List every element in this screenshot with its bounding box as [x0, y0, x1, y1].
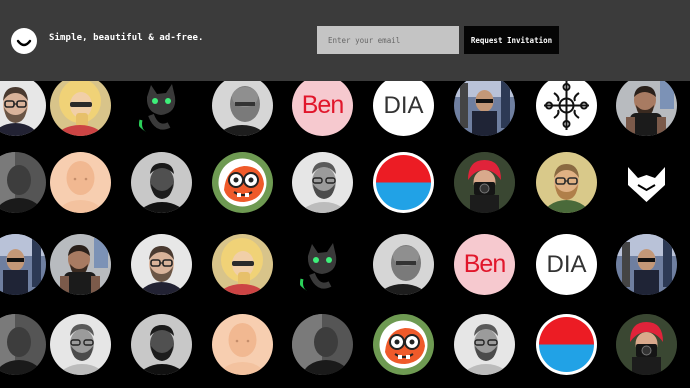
photo-red-hair-camera-image — [454, 152, 515, 213]
photo-man-beard-bw-image — [454, 314, 515, 375]
avatar-cartoon-black-cat[interactable] — [131, 75, 192, 136]
photo-man-glasses-sunlit-image — [536, 152, 597, 213]
avatar-photo-man-beard-bw[interactable] — [454, 314, 515, 375]
avatar-text-ben[interactable]: Ben — [454, 234, 515, 295]
photo-bald-man-peach-image — [50, 152, 111, 213]
photo-man-dark-image — [292, 314, 353, 375]
avatar-photo-man-glasses-beard[interactable] — [131, 234, 192, 295]
avatar-dia-label: DIA — [383, 91, 424, 119]
avatar-dia-label: DIA — [546, 250, 587, 278]
photo-bald-man-bw-image — [373, 234, 434, 295]
tagline: Simple, beautiful & ad-free. — [49, 33, 204, 43]
cartoon-black-cat-image — [292, 234, 353, 295]
avatar-red-blue-halves[interactable] — [373, 152, 434, 213]
red-blue-halves-image — [536, 314, 597, 375]
avatar-white-fox-logo[interactable] — [616, 152, 677, 213]
avatar-photo-man-dark[interactable] — [0, 152, 46, 213]
white-fox-logo-image — [616, 152, 677, 213]
avatar-photo-man-street[interactable] — [454, 75, 515, 136]
cartoon-goggles-face-image — [212, 152, 273, 213]
avatar-photo-red-hair-camera[interactable] — [454, 152, 515, 213]
avatar-photo-man-dark[interactable] — [292, 314, 353, 375]
avatar-photo-man-beard-bw[interactable] — [292, 152, 353, 213]
avatar-photo-red-hair-camera[interactable] — [616, 314, 677, 375]
avatar-photo-man-glasses-beard[interactable] — [0, 75, 46, 136]
photo-blonde-woman-image — [50, 75, 111, 136]
photo-man-dark-image — [0, 314, 46, 375]
photo-bald-man-peach-image — [212, 314, 273, 375]
avatar-ornament-emblem[interactable] — [536, 75, 597, 136]
photo-man-dark-image — [0, 152, 46, 213]
avatar-photo-bald-man-peach[interactable] — [212, 314, 273, 375]
avatar-text-ben[interactable]: Ben — [292, 75, 353, 136]
photo-red-hair-camera-image — [616, 314, 677, 375]
photo-man-street-image — [616, 234, 677, 295]
avatar-photo-man-beard-dark[interactable] — [131, 314, 192, 375]
email-input[interactable] — [317, 26, 459, 54]
avatar-text-dia[interactable]: DIA — [536, 234, 597, 295]
avatar-photo-man-street[interactable] — [616, 234, 677, 295]
photo-man-glasses-beard-image — [0, 75, 46, 136]
photo-man-beard-bw-image — [292, 152, 353, 213]
photo-man-beard-bw-image — [50, 314, 111, 375]
cartoon-goggles-face-image — [373, 314, 434, 375]
avatar-photo-man-tattoo[interactable] — [50, 234, 111, 295]
photo-blonde-woman-image — [212, 234, 273, 295]
photo-man-street-image — [0, 234, 46, 295]
photo-bald-man-bw-image — [212, 75, 273, 136]
cartoon-black-cat-image — [131, 75, 192, 136]
photo-man-tattoo-image — [50, 234, 111, 295]
red-blue-halves-image — [373, 152, 434, 213]
avatar-photo-man-beard-bw[interactable] — [50, 314, 111, 375]
avatar-cartoon-black-cat[interactable] — [292, 234, 353, 295]
avatar-red-blue-halves[interactable] — [536, 314, 597, 375]
avatar-cartoon-goggles-face[interactable] — [212, 152, 273, 213]
avatar-photo-bald-man-bw[interactable] — [373, 234, 434, 295]
avatar-photo-bald-man-bw[interactable] — [212, 75, 273, 136]
avatar-photo-man-glasses-sunlit[interactable] — [536, 152, 597, 213]
request-invitation-button[interactable]: Request Invitation — [464, 26, 559, 54]
avatar-photo-man-tattoo[interactable] — [616, 75, 677, 136]
avatar-ben-label: Ben — [463, 250, 506, 278]
top-bar: Simple, beautiful & ad-free. Request Inv… — [0, 0, 690, 81]
photo-man-beard-dark-image — [131, 314, 192, 375]
avatar-cartoon-goggles-face[interactable] — [373, 314, 434, 375]
photo-man-beard-dark-image — [131, 152, 192, 213]
avatar-text-dia[interactable]: DIA — [373, 75, 434, 136]
avatar-photo-blonde-woman[interactable] — [212, 234, 273, 295]
photo-man-street-image — [454, 75, 515, 136]
avatar-photo-blonde-woman[interactable] — [50, 75, 111, 136]
avatar-ben-label: Ben — [301, 91, 344, 119]
avatar-photo-man-beard-dark[interactable] — [131, 152, 192, 213]
avatar-photo-man-street[interactable] — [0, 234, 46, 295]
ornament-emblem-image — [536, 75, 597, 136]
photo-man-glasses-beard-image — [131, 234, 192, 295]
photo-man-tattoo-image — [616, 75, 677, 136]
smile-logo-icon[interactable] — [11, 28, 37, 54]
avatar-photo-man-dark[interactable] — [0, 314, 46, 375]
avatar-photo-bald-man-peach[interactable] — [50, 152, 111, 213]
